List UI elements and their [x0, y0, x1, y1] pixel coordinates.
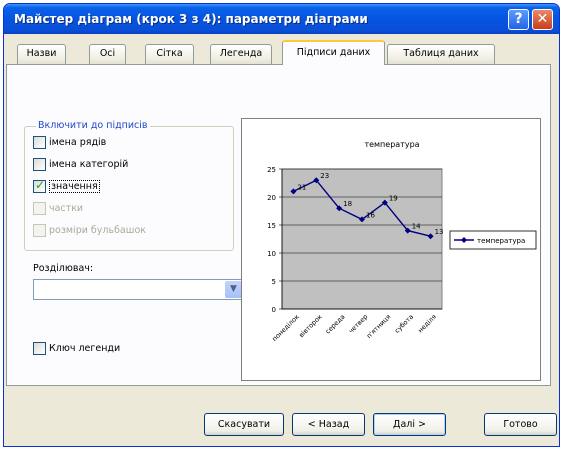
data-label: 19 — [389, 195, 398, 203]
cancel-button[interactable]: Скасувати — [204, 413, 284, 436]
tab-gridlines[interactable]: Сітка — [145, 44, 194, 64]
dialog-title: Майстер діаграм (крок 3 з 4): параметри … — [14, 12, 368, 26]
data-label: 18 — [343, 200, 352, 208]
separator-label: Розділювач: — [33, 263, 94, 274]
category-name-label: імена категорій — [49, 159, 129, 170]
help-button[interactable]: ? — [508, 9, 529, 30]
chevron-down-icon[interactable]: ▼ — [225, 281, 242, 298]
chart-title: температура — [364, 140, 419, 149]
x-tick-label: четвер — [347, 313, 369, 335]
tab-data-labels[interactable]: Підписи даних — [282, 40, 385, 65]
next-button[interactable]: Далі > — [373, 413, 446, 436]
tab-legend[interactable]: Легенда — [210, 44, 272, 64]
option-bubble-size: розміри бульбашок — [33, 224, 146, 240]
legend-key-label: Ключ легенди — [49, 343, 121, 354]
include-group-title: Включити до підписів — [36, 120, 150, 131]
tab-data-table[interactable]: Таблиця даних — [387, 44, 495, 64]
chart-svg: температура 0 5 10 15 20 25 понеділоквівторок се… — [267, 140, 537, 343]
option-series-name[interactable]: імена рядів — [33, 136, 106, 152]
x-tick-label: понеділок — [271, 313, 301, 343]
separator-select[interactable]: ▼ — [33, 279, 244, 300]
legend-key-checkbox[interactable] — [33, 342, 46, 355]
tab-strip: Назви Осі Сітка Легенда Підписи даних Та… — [6, 40, 551, 65]
x-tick-label: середа — [324, 313, 347, 336]
legend-label: температура — [477, 237, 525, 245]
title-bar[interactable]: Майстер діаграм (крок 3 з 4): параметри … — [4, 4, 559, 34]
tab-titles[interactable]: Назви — [17, 44, 66, 64]
option-legend-key[interactable]: Ключ легенди — [33, 342, 120, 358]
y-tick-label: 5 — [272, 278, 276, 286]
y-tick-label: 10 — [267, 250, 276, 258]
data-label: 13 — [435, 228, 444, 236]
percentage-label: частки — [49, 203, 84, 214]
x-tick-label: неділя — [416, 313, 438, 335]
series-name-checkbox[interactable] — [33, 136, 46, 149]
percentage-checkbox — [33, 202, 46, 215]
x-tick-label: вівторок — [297, 313, 323, 339]
option-category-name[interactable]: імена категорій — [33, 158, 128, 174]
data-label: 14 — [412, 223, 421, 231]
value-label: значення — [49, 180, 100, 193]
tab-axes[interactable]: Осі — [89, 44, 126, 64]
option-value[interactable]: значення — [33, 178, 100, 196]
option-percentage: частки — [33, 202, 83, 218]
bubble-size-label: розміри бульбашок — [49, 225, 146, 236]
finish-button[interactable]: Готово — [484, 413, 557, 436]
chart-preview: температура 0 5 10 15 20 25 понеділок вівторок се… — [241, 118, 541, 381]
back-button[interactable]: < Назад — [292, 413, 365, 436]
value-checkbox[interactable] — [33, 178, 46, 193]
y-tick-label: 0 — [272, 306, 276, 314]
data-label: 16 — [366, 211, 375, 219]
data-label: 23 — [320, 172, 329, 180]
x-tick-label: субота — [393, 313, 415, 335]
y-tick-label: 20 — [267, 194, 276, 202]
close-button[interactable]: ✕ — [532, 9, 553, 30]
series-name-label: імена рядів — [49, 137, 107, 148]
y-tick-label: 25 — [267, 166, 276, 174]
category-name-checkbox[interactable] — [33, 158, 46, 171]
bubble-size-checkbox — [33, 224, 46, 237]
x-tick-label: п'ятниця — [365, 313, 392, 340]
y-tick-label: 15 — [267, 222, 276, 230]
data-label: 21 — [297, 183, 306, 191]
